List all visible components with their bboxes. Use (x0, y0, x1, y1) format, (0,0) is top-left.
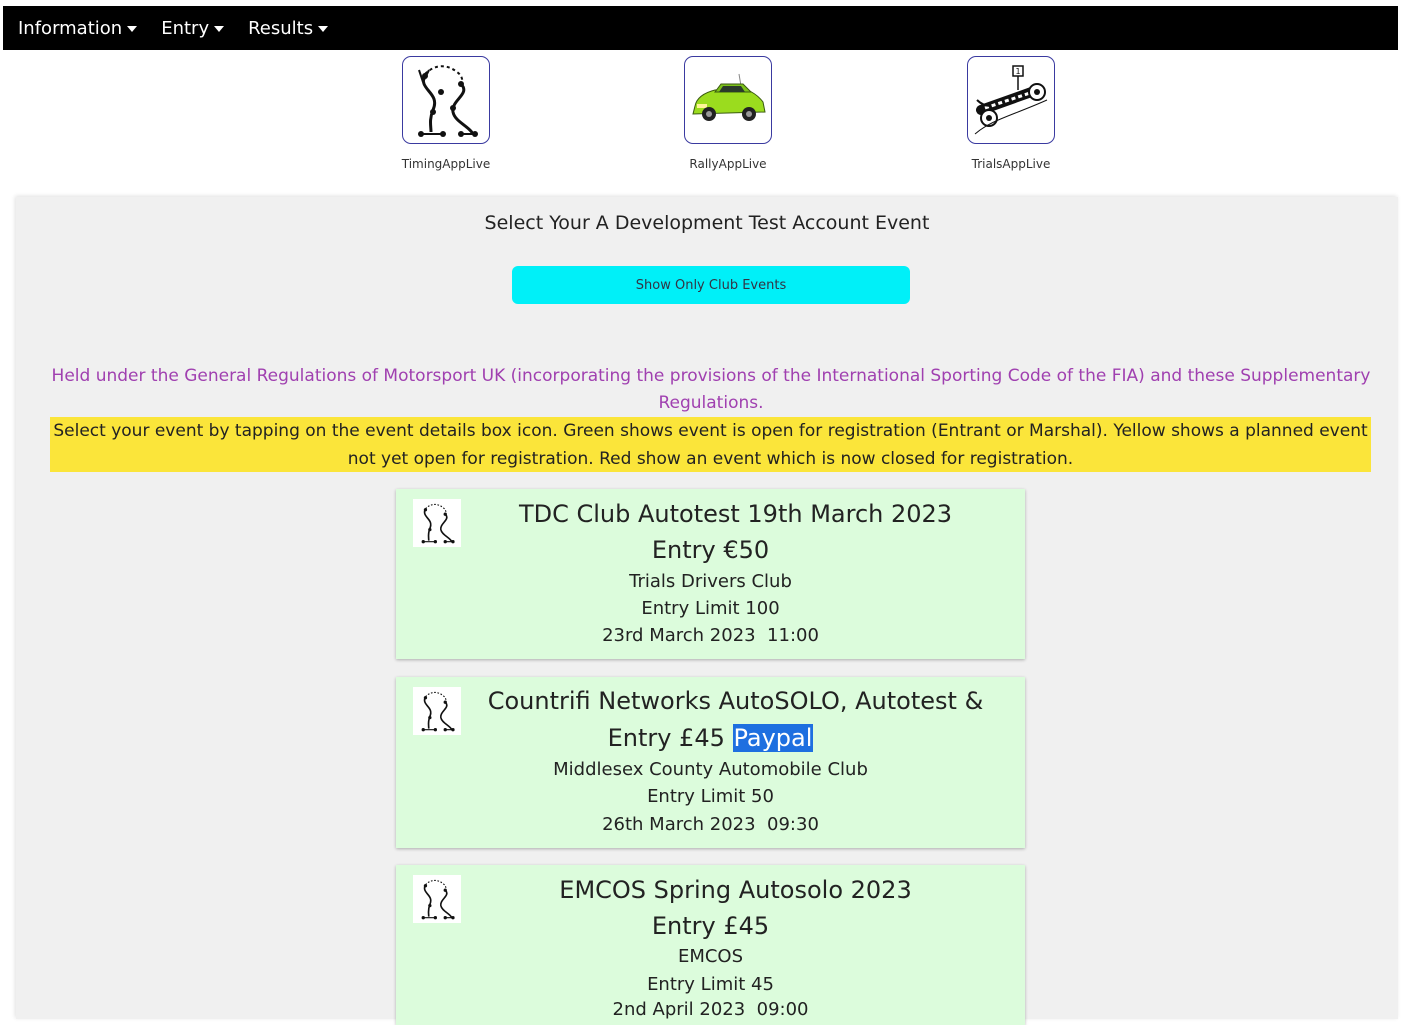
event-card[interactable]: EMCOS Spring Autosolo 2023 Entry £45 EMC… (396, 865, 1025, 1025)
event-entry-limit: Entry Limit 50 (647, 786, 774, 807)
app-rally: RallyAppLive (668, 56, 788, 171)
event-entry-fee: Entry £45 Paypal (396, 724, 1025, 752)
entry-fee-text: Entry £45 (607, 724, 725, 752)
event-club: EMCOS (677, 946, 744, 967)
event-title: EMCOS Spring Autosolo 2023 (559, 876, 912, 904)
top-navbar: Information Entry Results (3, 6, 1398, 50)
event-club: Middlesex County Automobile Club (553, 759, 868, 780)
event-title: TDC Club Autotest 19th March 2023 (518, 500, 953, 528)
events-panel: Select Your A Development Test Account E… (16, 197, 1398, 1025)
nav-entry-menu[interactable]: Entry (161, 17, 225, 39)
rally-app-button[interactable] (684, 56, 772, 144)
paypal-highlight[interactable]: Paypal (732, 724, 814, 752)
app-label: TrialsAppLive (971, 157, 1051, 171)
entry-fee-text: Entry £45 (651, 912, 770, 940)
event-card[interactable]: TDC Club Autotest 19th March 2023 Entry … (396, 489, 1025, 659)
event-date: 26th March 2023 09:30 (602, 814, 819, 835)
event-title: Countrifi Networks AutoSOLO, Autotest & (487, 687, 984, 715)
caret-down-icon (127, 26, 138, 32)
timing-app-button[interactable] (402, 56, 490, 144)
nav-results-label: Results (248, 17, 314, 39)
nav-information-menu[interactable]: Information (18, 17, 138, 39)
app-trials: 1 TrialsAppLive (951, 56, 1071, 171)
event-entry-limit: Entry Limit 100 (641, 598, 780, 619)
event-entry-fee: Entry £45 (396, 912, 1025, 940)
svg-text:1: 1 (1015, 67, 1020, 76)
event-card[interactable]: Countrifi Networks AutoSOLO, Autotest & … (396, 677, 1025, 848)
event-date: 2nd April 2023 09:00 (612, 999, 809, 1020)
nav-information-label: Information (18, 17, 123, 39)
trials-map-icon: 1 (974, 65, 1048, 135)
app-label: TimingAppLive (401, 157, 491, 171)
nav-entry-label: Entry (161, 17, 210, 39)
entry-fee-text: Entry €50 (651, 536, 770, 564)
app-timing: TimingAppLive (386, 56, 506, 171)
event-date: 23rd March 2023 11:00 (602, 625, 819, 646)
timing-course-icon (418, 65, 478, 137)
page-title: Select Your A Development Test Account E… (484, 212, 930, 234)
event-entry-limit: Entry Limit 45 (647, 974, 774, 995)
nav-results-menu[interactable]: Results (248, 17, 329, 39)
trials-app-button[interactable]: 1 (967, 56, 1055, 144)
caret-down-icon (318, 26, 329, 32)
event-entry-fee: Entry €50 (396, 536, 1025, 564)
green-car-icon (692, 73, 766, 121)
event-club: Trials Drivers Club (629, 571, 792, 592)
caret-down-icon (214, 26, 225, 32)
app-label: RallyAppLive (689, 157, 767, 171)
registration-notice: Select your event by tapping on the even… (50, 417, 1371, 472)
regulations-text: Held under the General Regulations of Mo… (51, 366, 1371, 413)
show-club-events-button[interactable]: Show Only Club Events (512, 266, 910, 304)
